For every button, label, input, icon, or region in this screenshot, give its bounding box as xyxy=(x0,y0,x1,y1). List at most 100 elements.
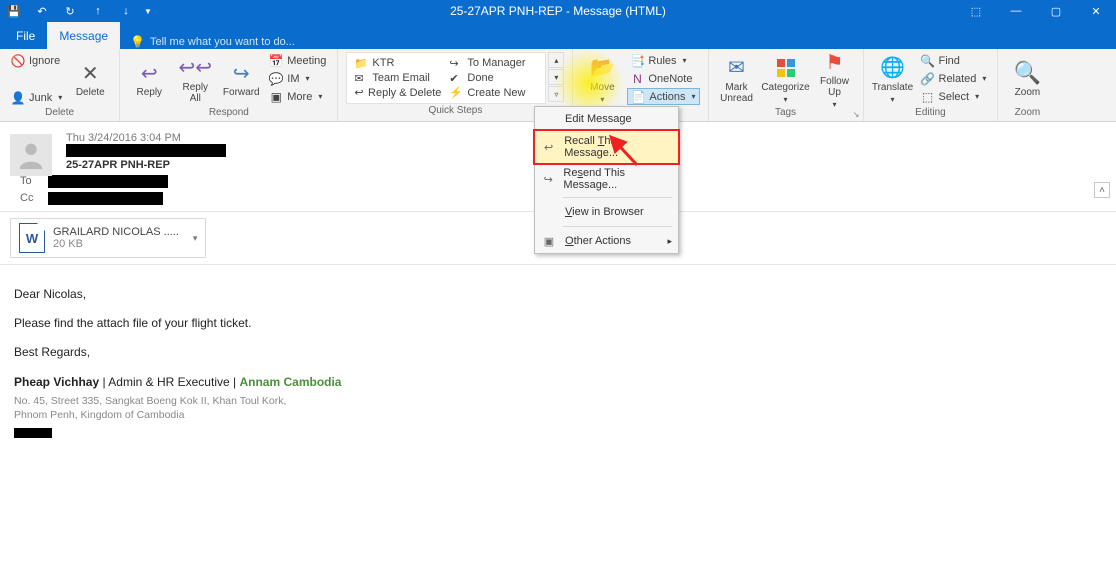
quickstep-ktr[interactable]: 📁KTR xyxy=(350,56,445,71)
collapse-header-button[interactable]: ˄ xyxy=(1094,182,1110,198)
redo-qat-button[interactable]: ↻ xyxy=(56,0,84,22)
next-item-button[interactable]: ↓ xyxy=(112,0,140,22)
signature-address-2: Phnom Penh, Kingdom of Cambodia xyxy=(14,408,1102,422)
mark-unread-label: Mark Unread xyxy=(720,82,753,104)
close-button[interactable]: ✕ xyxy=(1076,0,1116,22)
im-icon: 💬 xyxy=(269,72,283,86)
move-button[interactable]: 📂Move▾ xyxy=(581,52,623,107)
menu-separator xyxy=(563,197,672,198)
check-icon: ✔ xyxy=(449,72,463,85)
find-button[interactable]: 🔍 Find xyxy=(918,52,990,69)
save-icon: 💾 xyxy=(7,5,21,18)
message-body: Dear Nicolas, Please find the attach fil… xyxy=(0,265,1116,463)
quicksteps-scroll-down[interactable]: ▾ xyxy=(548,69,564,85)
menu-edit-message[interactable]: Edit Message xyxy=(535,107,678,131)
chevron-down-icon: ▾ xyxy=(783,95,787,104)
actions-icon: 📄 xyxy=(631,90,645,104)
title-bar: 💾 ↶ ↻ ↑ ↓ ▼ 25-27APR PNH-REP - Message (… xyxy=(0,0,1116,22)
categorize-button[interactable]: Categorize ▾ xyxy=(761,52,811,107)
select-button[interactable]: ⬚Select▾ xyxy=(918,88,990,105)
ignore-button[interactable]: 🚫Ignore xyxy=(8,52,65,69)
find-label: Find xyxy=(939,55,960,67)
to-value: x xyxy=(48,175,168,188)
menu-label: Resend This Message... xyxy=(563,167,670,191)
follow-up-button[interactable]: ⚑Follow Up▾ xyxy=(815,52,855,107)
prev-item-button[interactable]: ↑ xyxy=(84,0,112,22)
quickstep-to-manager[interactable]: ↪To Manager xyxy=(445,56,540,71)
qat-dropdown[interactable]: ▼ xyxy=(140,0,156,22)
related-button[interactable]: 🔗Related▾ xyxy=(918,70,990,87)
menu-other-actions[interactable]: ▣Other Actions▸ xyxy=(535,229,678,253)
minimize-icon: — xyxy=(1011,5,1022,17)
undo-qat-button[interactable]: ↶ xyxy=(28,0,56,22)
dialog-launcher-icon[interactable]: ↘ xyxy=(853,110,860,119)
meeting-icon: 📅 xyxy=(269,54,283,68)
minimize-button[interactable]: — xyxy=(996,0,1036,22)
group-editing: 🌐Translate▾ 🔍Find 🔗Related▾ ⬚Select▾ Edi… xyxy=(864,49,999,121)
mail-icon: ✉ xyxy=(354,72,368,85)
reply-button[interactable]: ↩Reply xyxy=(128,52,170,107)
menu-label: Recall This Message... xyxy=(564,135,670,159)
tab-message[interactable]: Message xyxy=(47,22,120,49)
attachment-item[interactable]: W GRAILARD NICOLAS ..... 20 KB ▾ xyxy=(10,218,206,258)
meeting-button[interactable]: 📅Meeting xyxy=(266,52,329,69)
lightbulb-icon: 💡 xyxy=(130,35,145,49)
junk-icon: 👤 xyxy=(11,91,25,105)
forward-button[interactable]: ↪ Forward xyxy=(220,52,262,107)
quicksteps-launcher[interactable]: ▿ xyxy=(548,86,564,102)
related-label: Related xyxy=(939,73,977,85)
actions-dropdown-menu: Edit Message ↩ Recall This Message... ↪Re… xyxy=(534,106,679,254)
more-label: More xyxy=(287,91,312,103)
mail-unread-icon: ✉ xyxy=(728,56,745,80)
rules-button[interactable]: 📑Rules▾ xyxy=(627,52,699,69)
chevron-down-icon: ▾ xyxy=(318,92,322,101)
attachment-name: GRAILARD NICOLAS ..... xyxy=(53,226,179,238)
reply-label: Reply xyxy=(136,87,162,98)
follow-up-label: Follow Up xyxy=(820,76,849,98)
translate-button[interactable]: 🌐Translate▾ xyxy=(872,52,914,107)
signature-name: Pheap Vichhay xyxy=(14,375,99,389)
onenote-button[interactable]: NOneNote xyxy=(627,70,699,87)
delete-button[interactable]: ✕ Delete xyxy=(69,52,111,107)
quickstep-reply-delete[interactable]: ↩Reply & Delete xyxy=(350,85,445,100)
quickstep-team-email[interactable]: ✉Team Email xyxy=(350,71,445,86)
im-button[interactable]: 💬IM▾ xyxy=(266,70,329,87)
more-button[interactable]: ▣More▾ xyxy=(266,88,329,105)
recall-icon: ↩ xyxy=(541,139,556,155)
mark-unread-button[interactable]: ✉Mark Unread xyxy=(717,52,757,107)
related-icon: 🔗 xyxy=(921,72,935,86)
group-respond: ↩Reply ↩↩Reply All ↪ Forward 📅Meeting 💬 IM… xyxy=(120,49,338,121)
more-icon: ▿ xyxy=(554,90,558,99)
move-label: Move xyxy=(590,82,614,93)
signature-address-1: No. 45, Street 335, Sangkat Boeng Kok II… xyxy=(14,394,1102,408)
signature-line-1: Pheap Vichhay | Admin & HR Executive | A… xyxy=(14,371,1102,394)
zoom-icon: 🔍 xyxy=(1014,61,1041,85)
quickstep-create-new[interactable]: ⚡Create New xyxy=(445,85,540,100)
redacted-bar: x xyxy=(48,175,168,188)
actions-button[interactable]: 📄Actions▾ xyxy=(627,88,699,105)
delete-label: Delete xyxy=(76,87,105,98)
zoom-button[interactable]: 🔍Zoom xyxy=(1006,52,1048,107)
qs-label: Reply & Delete xyxy=(368,87,441,99)
forward-label: Forward xyxy=(223,87,260,98)
attachment-dropdown[interactable]: ▾ xyxy=(193,233,198,244)
maximize-button[interactable]: ▢ xyxy=(1036,0,1076,22)
forward-icon: ↪ xyxy=(233,61,250,85)
ribbon-options-button[interactable]: ⬚ xyxy=(956,0,996,22)
junk-button[interactable]: 👤Junk▾ xyxy=(8,89,65,106)
tell-me-box[interactable]: 💡 Tell me what you want to do... xyxy=(130,35,295,49)
find-icon: 🔍 xyxy=(921,54,935,68)
tab-file[interactable]: File xyxy=(4,22,47,49)
sep: | xyxy=(99,375,108,389)
save-qat-button[interactable]: 💾 xyxy=(0,0,28,22)
categorize-label: Categorize xyxy=(761,82,809,93)
ignore-label: Ignore xyxy=(29,55,60,67)
im-label: IM xyxy=(287,73,299,85)
menu-view-in-browser[interactable]: View in Browser xyxy=(535,200,678,224)
quickstep-done[interactable]: ✔Done xyxy=(445,71,540,86)
ribbon-tabs: File Message 💡 Tell me what you want to … xyxy=(0,22,1116,49)
quicksteps-scroll-up[interactable]: ▴ xyxy=(548,52,564,68)
reply-all-button[interactable]: ↩↩Reply All xyxy=(174,52,216,107)
menu-resend-message[interactable]: ↪Resend This Message... xyxy=(535,163,678,195)
menu-recall-message[interactable]: ↩ Recall This Message... xyxy=(533,129,680,165)
